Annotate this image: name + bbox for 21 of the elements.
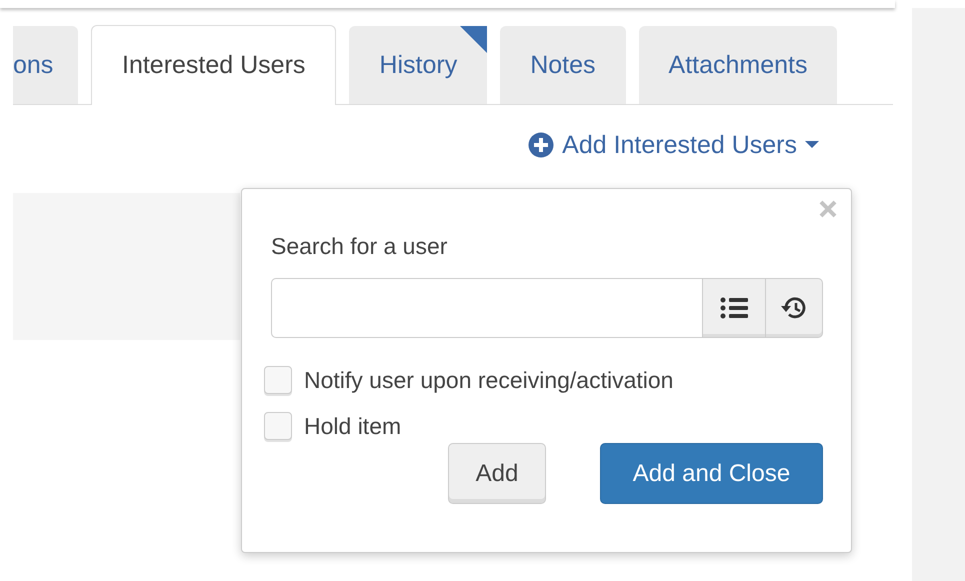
history-button[interactable] [766, 278, 823, 338]
history-icon [781, 296, 807, 320]
tab[interactable]: Attachments [638, 26, 838, 104]
caret-icon [805, 141, 819, 149]
tab[interactable]: Interested Users [91, 25, 336, 105]
search-label: Search for a user [271, 233, 448, 260]
tab[interactable]: History [349, 26, 488, 104]
checkbox[interactable] [264, 366, 292, 394]
add-interested-users-link[interactable]: Add Interested Users [528, 130, 819, 160]
list-button[interactable] [702, 278, 766, 338]
tab[interactable]: Notes [500, 26, 626, 104]
checkbox-label: Notify user upon receiving/activation [304, 366, 674, 394]
list-icon [720, 297, 748, 319]
close-icon[interactable] [819, 200, 837, 218]
tab[interactable]: ons [13, 26, 78, 104]
add-and-close-button[interactable]: Add and Close [600, 443, 823, 504]
plus-circle-icon [528, 132, 554, 158]
checkbox[interactable] [264, 412, 292, 440]
checkbox-label: Hold item [304, 412, 402, 440]
add-button[interactable]: Add [448, 443, 546, 504]
search-field[interactable] [271, 278, 702, 338]
